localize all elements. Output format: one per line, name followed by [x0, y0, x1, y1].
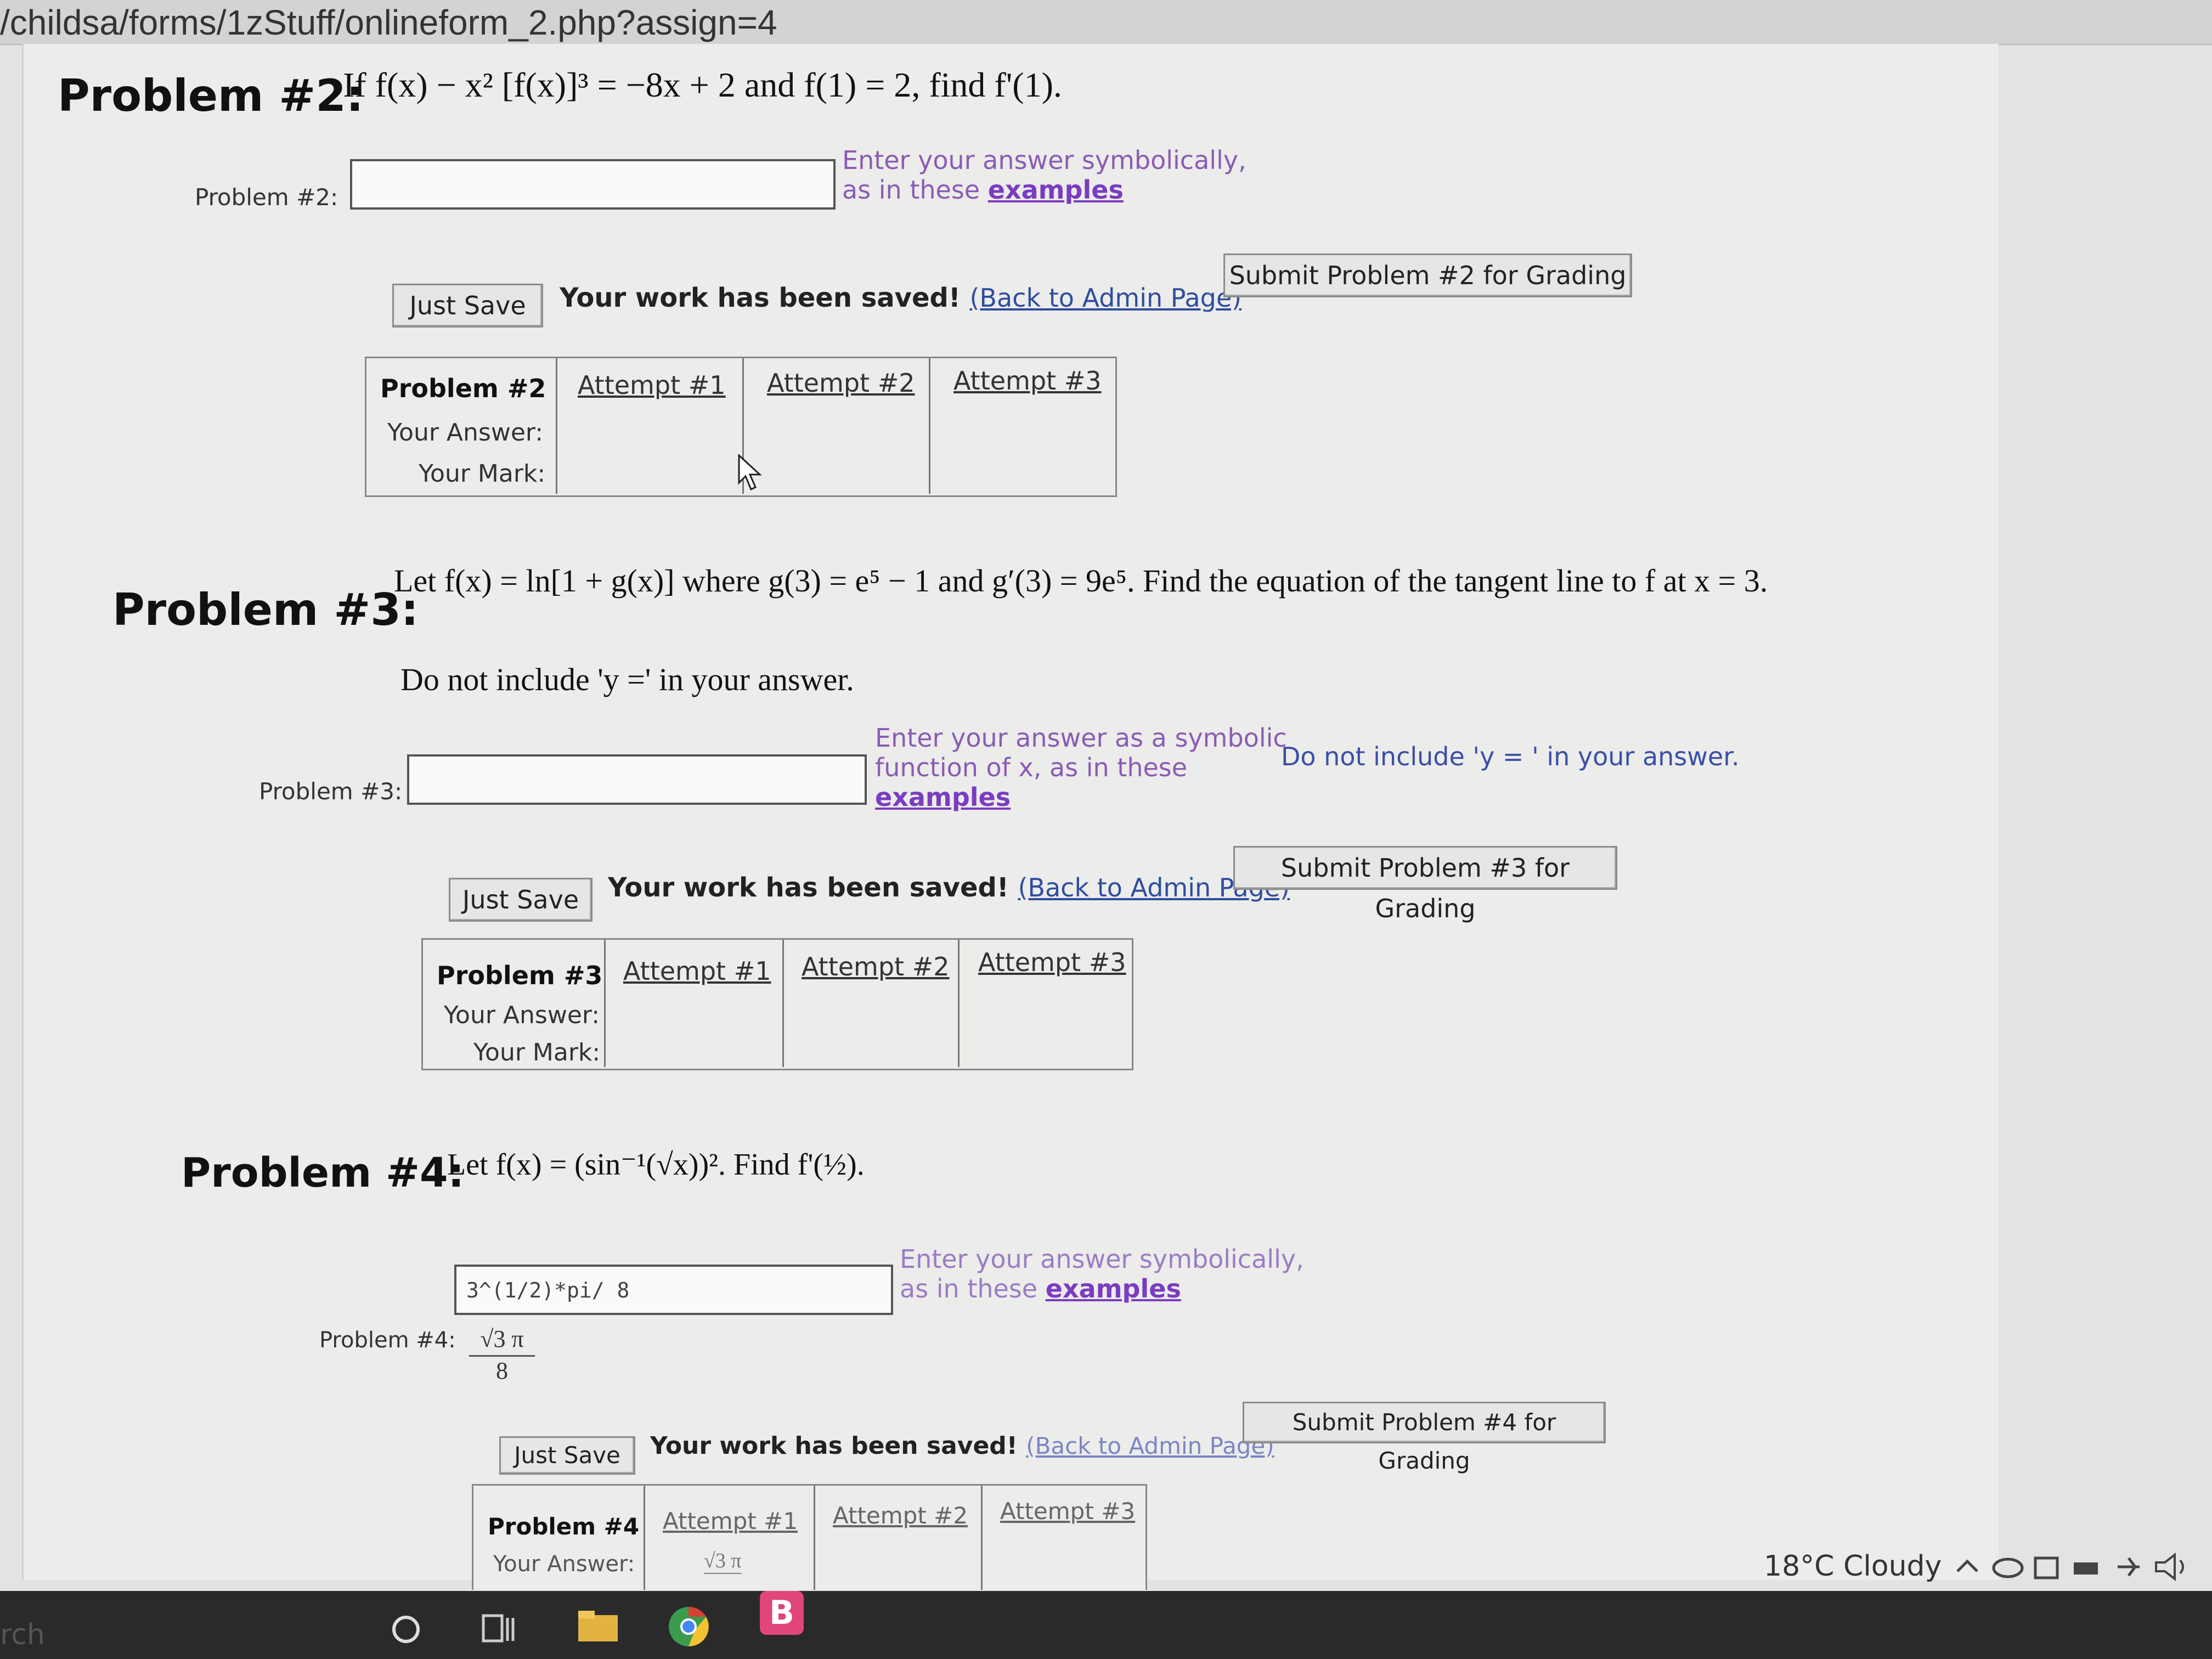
problem-4-statement: Let f(x) = (sin⁻¹(√x))². Find f'(½). — [447, 1147, 865, 1182]
problem-2-prefix: If — [343, 65, 366, 104]
problem-4-table-header: Problem #4 — [488, 1513, 640, 1540]
problem-3-note: Do not include 'y =' in your answer. — [400, 662, 854, 697]
problem-2-your-mark-label: Your Mark: — [419, 460, 546, 488]
problem-4-field-label: Problem #4: — [319, 1328, 456, 1353]
windows-taskbar — [0, 1591, 2212, 1659]
taskbar-search-text[interactable]: rch — [0, 1618, 45, 1651]
problem-4-hint: Enter your answer symbolically, as in th… — [900, 1244, 1304, 1304]
problem-3-statement: Let f(x) = ln[1 + g(x)] where g(3) = e⁵ … — [394, 562, 1930, 599]
problem-2-submit-button[interactable]: Submit Problem #2 for Grading — [1223, 253, 1632, 297]
table-divider — [814, 1486, 815, 1590]
table-divider — [556, 358, 557, 494]
problem-4-heading: Problem #4: — [181, 1149, 465, 1197]
problem-3-equation: f(x) = ln[1 + g(x)] where g(3) = e⁵ − 1 … — [444, 563, 1768, 599]
problem-2-attempt-3-link[interactable]: Attempt #3 — [953, 366, 1102, 396]
problem-3-answer-input[interactable] — [407, 754, 867, 805]
problem-4-examples-link[interactable]: examples — [1046, 1274, 1181, 1304]
problem-2-attempt-1-link[interactable]: Attempt #1 — [578, 370, 726, 400]
page-content — [22, 44, 1999, 1580]
problem-4-prefix: Let — [447, 1148, 488, 1182]
problem-2-table-header: Problem #2 — [380, 374, 546, 403]
problem-4-your-answer-label: Your Answer: — [493, 1551, 635, 1577]
problem-2-heading: Problem #2: — [58, 70, 364, 121]
problem-3-hint-line1: Enter your answer as a symbolic — [875, 723, 1287, 753]
problem-3-field-label: Problem #3: — [259, 778, 403, 805]
problem-2-hint: Enter your answer symbolically, as in th… — [842, 145, 1246, 205]
problem-4-attempt-3-link[interactable]: Attempt #3 — [1000, 1498, 1135, 1525]
bitwarden-app-icon[interactable]: B — [760, 1591, 804, 1635]
problem-2-just-save-button[interactable]: Just Save — [392, 284, 543, 328]
problem-4-submit-button[interactable]: Submit Problem #4 for Grading — [1243, 1402, 1606, 1474]
problem-3-examples-link[interactable]: examples — [875, 782, 1011, 812]
table-divider — [644, 1486, 645, 1590]
preview-denominator: 8 — [496, 1357, 508, 1384]
problem-4-admin-link[interactable]: (Back to Admin Page) — [1026, 1432, 1274, 1459]
chrome-icon[interactable] — [667, 1605, 710, 1649]
problem-4-answer-input[interactable]: 3^(1/2)*pi/ 8 — [454, 1265, 893, 1315]
cortana-circle-icon[interactable] — [390, 1613, 422, 1646]
problem-2-admin-link[interactable]: (Back to Admin Page) — [969, 283, 1242, 313]
problem-2-attempt-2-link[interactable]: Attempt #2 — [767, 368, 915, 398]
problem-3-submit-button[interactable]: Submit Problem #3 for Grading — [1233, 846, 1617, 923]
problem-3-saved-status: Your work has been saved! (Back to Admin… — [608, 872, 1290, 903]
problem-3-table-header: Problem #3 — [437, 961, 603, 990]
problem-2-your-answer-label: Your Answer: — [387, 419, 544, 447]
problem-4-saved-status: Your work has been saved! (Back to Admin… — [650, 1432, 1274, 1460]
problem-3-your-mark-label: Your Mark: — [473, 1039, 601, 1066]
table-divider — [958, 940, 960, 1067]
problem-3-prefix: Let — [394, 563, 437, 599]
problem-4-saved-text: Your work has been saved! — [650, 1432, 1018, 1460]
problem-2-answer-input[interactable] — [350, 159, 836, 210]
problem-4-hint-line1: Enter your answer symbolically, — [900, 1244, 1304, 1274]
problem-4-attempt-1-link[interactable]: Attempt #1 — [663, 1508, 798, 1534]
problem-3-attempt-2-link[interactable]: Attempt #2 — [802, 952, 950, 981]
problem-3-your-answer-label: Your Answer: — [444, 1001, 600, 1029]
problem-3-hint-line2: function of x, as in these — [875, 753, 1188, 782]
problem-3-saved-text: Your work has been saved! — [608, 872, 1009, 903]
problem-3-heading: Problem #3: — [112, 584, 419, 635]
problem-3-attempts-table: Problem #3 Attempt #1 Attempt #2 Attempt… — [421, 938, 1133, 1070]
problem-2-saved-text: Your work has been saved! — [560, 283, 961, 313]
file-explorer-icon[interactable] — [576, 1607, 620, 1646]
weather-widget[interactable]: 18°C Cloudy — [1764, 1550, 1942, 1583]
preview-numerator: √3 π — [469, 1325, 535, 1357]
problem-4-answer-preview: √3 π 8 — [469, 1325, 535, 1385]
problem-2-statement: If f(x) − x² [f(x)]³ = −8x + 2 and f(1) … — [343, 65, 1062, 105]
problem-3-attempt-3-link[interactable]: Attempt #3 — [978, 947, 1126, 977]
problem-4-attempt-2-link[interactable]: Attempt #2 — [833, 1502, 968, 1529]
url-text: /childsa/forms/1zStuff/onlineform_2.php?… — [0, 3, 777, 42]
mouse-cursor-icon — [738, 454, 762, 491]
problem-4-equation: f(x) = (sin⁻¹(√x))². Find f'(½). — [495, 1148, 865, 1182]
problem-2-hint-line2: as in these — [842, 175, 980, 205]
problem-2-examples-link[interactable]: examples — [988, 175, 1124, 205]
problem-3-hint: Enter your answer as a symbolic function… — [875, 723, 1287, 812]
problem-3-just-save-button[interactable]: Just Save — [449, 878, 592, 922]
problem-2-saved-status: Your work has been saved! (Back to Admin… — [560, 283, 1242, 313]
task-view-icon[interactable] — [480, 1610, 518, 1649]
address-bar[interactable]: /childsa/forms/1zStuff/onlineform_2.php?… — [0, 0, 2212, 45]
problem-2-hint-line1: Enter your answer symbolically, — [842, 145, 1246, 175]
table-divider — [981, 1486, 983, 1590]
problem-4-attempts-table: Problem #4 Attempt #1 Attempt #2 Attempt… — [472, 1484, 1147, 1590]
problem-2-field-label: Problem #2: — [195, 184, 338, 211]
problem-4-just-save-button[interactable]: Just Save — [499, 1436, 635, 1475]
table-divider — [782, 940, 784, 1067]
table-divider — [604, 940, 606, 1067]
problem-3-attempt-1-link[interactable]: Attempt #1 — [623, 956, 771, 986]
problem-4-hint-line2: as in these — [900, 1274, 1038, 1304]
problem-2-equation: f(x) − x² [f(x)]³ = −8x + 2 and f(1) = 2… — [375, 65, 1062, 104]
problem-3-side-note: Do not include 'y = ' in your answer. — [1281, 742, 1740, 771]
problem-4-attempt-1-answer: √3 π — [704, 1549, 742, 1574]
system-tray-icons[interactable] — [1953, 1547, 2194, 1585]
table-divider — [929, 358, 930, 494]
